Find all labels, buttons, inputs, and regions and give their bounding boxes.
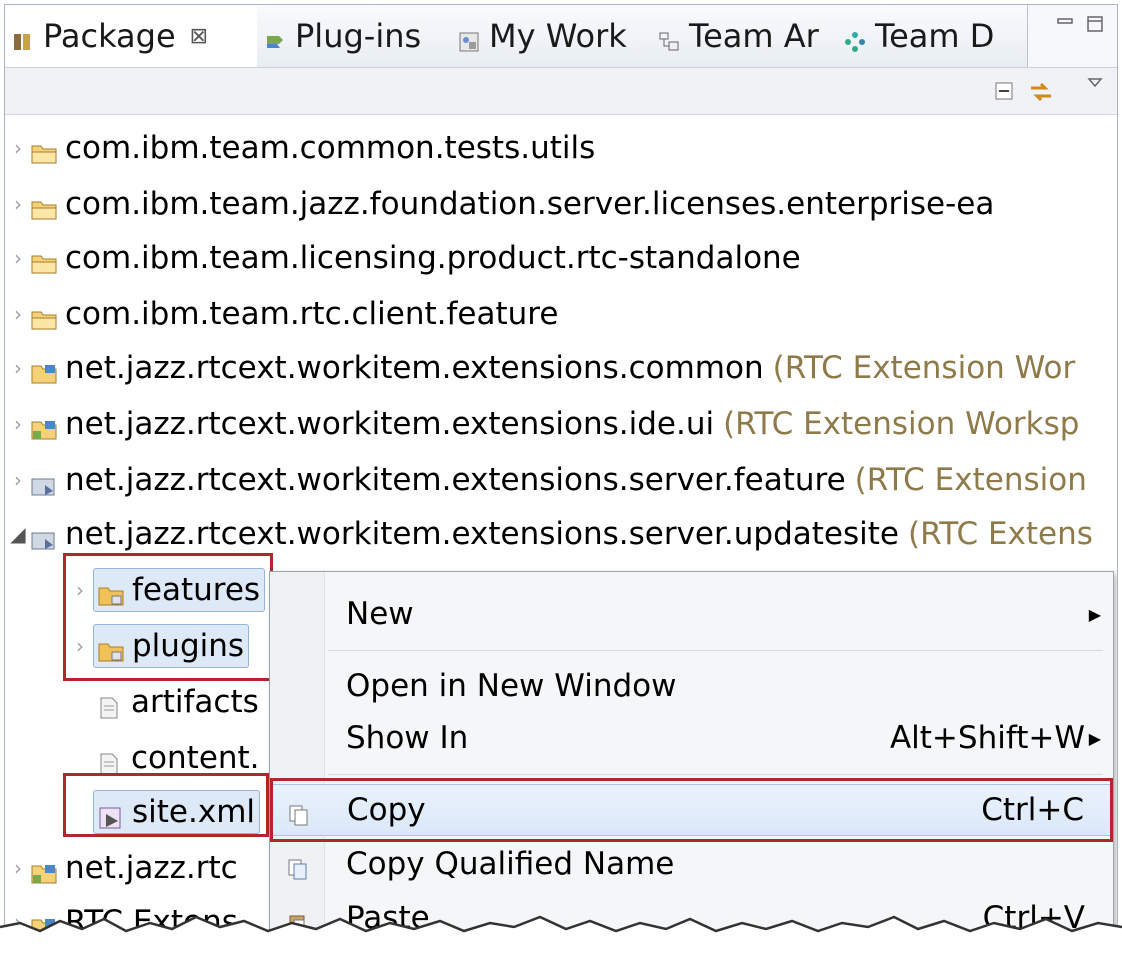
tree-item[interactable]: › com.ibm.team.rtc.client.feature (5, 285, 1117, 343)
menu-item-copy-qualified-name[interactable]: Copy Qualified Name (270, 838, 1113, 890)
feature-project-icon (31, 469, 57, 496)
highlight-box-copy (270, 778, 1113, 842)
tab-plugins[interactable]: Plug-ins (257, 5, 452, 67)
expand-arrow-icon[interactable]: › (5, 192, 31, 216)
expand-arrow-icon[interactable]: › (5, 412, 31, 436)
tree-item-label: net.jazz.rtcext.workitem.extensions.ide.… (65, 406, 715, 442)
updatesite-project-icon (31, 523, 57, 550)
menu-item-new[interactable]: New ▶ (270, 588, 1113, 640)
tree-item[interactable]: › net.jazz.rtc (5, 839, 267, 897)
menu-item-label: Copy Qualified Name (346, 846, 675, 882)
tree-item-label: net.jazz.rtcext.workitem.extensions.comm… (65, 350, 764, 386)
expand-arrow-icon[interactable]: › (5, 136, 31, 160)
copy-qualified-name-icon (288, 853, 308, 880)
torn-edge-decoration (0, 915, 1122, 965)
view-menu-icon[interactable] (1087, 74, 1103, 93)
tree-item[interactable]: › com.ibm.team.licensing.product.rtc-sta… (5, 229, 1117, 287)
highlight-box-site-xml (63, 773, 269, 837)
team-artifacts-icon (657, 24, 681, 51)
workspace-decoration: (RTC Extension Wor (772, 350, 1076, 386)
package-explorer-view: Package ⊠ Plug-ins My Work Team Ar Team … (4, 4, 1118, 960)
plugin-project-icon (31, 357, 57, 384)
tree-item[interactable]: › net.jazz.rtcext.workitem.extensions.se… (5, 451, 1117, 509)
expand-arrow-icon[interactable]: › (5, 468, 31, 492)
tree-item[interactable]: › net.jazz.rtcext.workitem.extensions.id… (5, 395, 1117, 453)
tree-item-label: com.ibm.team.rtc.client.feature (65, 296, 559, 332)
package-explorer-icon (11, 24, 35, 50)
expand-arrow-icon[interactable]: › (5, 356, 31, 380)
tree-item[interactable]: › net.jazz.rtcext.workitem.extensions.co… (5, 339, 1117, 397)
file-icon (97, 747, 123, 775)
menu-item-open-in-new-window[interactable]: Open in New Window (270, 660, 1113, 712)
close-icon[interactable]: ⊠ (190, 24, 208, 49)
my-work-icon (457, 24, 481, 52)
team-dashboard-icon (843, 24, 867, 52)
workspace-decoration: (RTC Extension Worksp (723, 406, 1080, 442)
expand-arrow-icon[interactable]: › (5, 302, 31, 326)
project-folder-icon (31, 137, 57, 164)
plugins-icon (263, 24, 287, 48)
collapse-arrow-icon[interactable]: ◢ (5, 522, 31, 546)
menu-separator (328, 774, 1103, 775)
minimize-icon[interactable] (1055, 15, 1075, 33)
tree-item-label: com.ibm.team.common.tests.utils (65, 130, 596, 166)
tab-package-explorer[interactable]: Package ⊠ (5, 5, 258, 67)
expand-arrow-icon[interactable]: › (5, 246, 31, 270)
submenu-arrow-icon: ▶ (1088, 728, 1101, 748)
menu-item-shortcut: Alt+Shift+W (889, 720, 1085, 756)
tab-label: Team Ar (689, 17, 819, 55)
tab-team-dashboard[interactable]: Team D (837, 5, 1028, 67)
tab-label: Team D (875, 17, 995, 55)
menu-item-show-in[interactable]: Show In Alt+Shift+W ▶ (270, 712, 1113, 764)
tree-item-label: net.jazz.rtcext.workitem.extensions.serv… (65, 516, 899, 552)
highlight-box-folders (63, 553, 273, 681)
link-with-editor-icon[interactable] (1027, 80, 1055, 108)
maximize-icon[interactable] (1085, 15, 1105, 33)
workspace-decoration: (RTC Extension (854, 462, 1087, 498)
tab-my-work[interactable]: My Work (451, 5, 652, 67)
tree-item-label: artifacts (131, 684, 259, 720)
file-icon (97, 691, 123, 719)
plugin-project-icon (31, 857, 57, 884)
tree-item-artifacts[interactable]: artifacts (97, 673, 277, 731)
menu-item-label: New (346, 596, 414, 632)
project-folder-icon (31, 193, 57, 220)
workspace-decoration: (RTC Extens (907, 516, 1093, 552)
plugin-project-icon (31, 413, 57, 440)
context-menu: New ▶ Open in New Window Show In Alt+Shi… (269, 571, 1114, 960)
submenu-arrow-icon: ▶ (1088, 604, 1101, 624)
tree-item[interactable]: › com.ibm.team.common.tests.utils (5, 119, 1117, 177)
project-folder-icon (31, 303, 57, 330)
expand-arrow-icon[interactable]: › (5, 856, 31, 880)
tree-item[interactable]: › com.ibm.team.jazz.foundation.server.li… (5, 175, 1117, 233)
tab-label: Plug-ins (295, 17, 422, 55)
tree-item-label: com.ibm.team.jazz.foundation.server.lice… (65, 186, 995, 222)
tree-item-label: com.ibm.team.licensing.product.rtc-stand… (65, 240, 801, 276)
tab-label: My Work (489, 17, 627, 55)
tree-item-label: net.jazz.rtcext.workitem.extensions.serv… (65, 462, 846, 498)
project-folder-icon (31, 247, 57, 274)
tab-label: Package (43, 17, 176, 55)
view-tab-strip: Package ⊠ Plug-ins My Work Team Ar Team … (5, 5, 1117, 68)
menu-separator (328, 650, 1103, 651)
tree-item-label: net.jazz.rtc (65, 850, 238, 886)
tree-item-label: content. (131, 740, 260, 776)
collapse-all-icon[interactable] (993, 80, 1015, 106)
menu-item-label: Open in New Window (346, 668, 677, 704)
menu-item-label: Show In (346, 720, 469, 756)
tab-team-artifacts[interactable]: Team Ar (651, 5, 838, 67)
view-toolbar (5, 68, 1117, 115)
